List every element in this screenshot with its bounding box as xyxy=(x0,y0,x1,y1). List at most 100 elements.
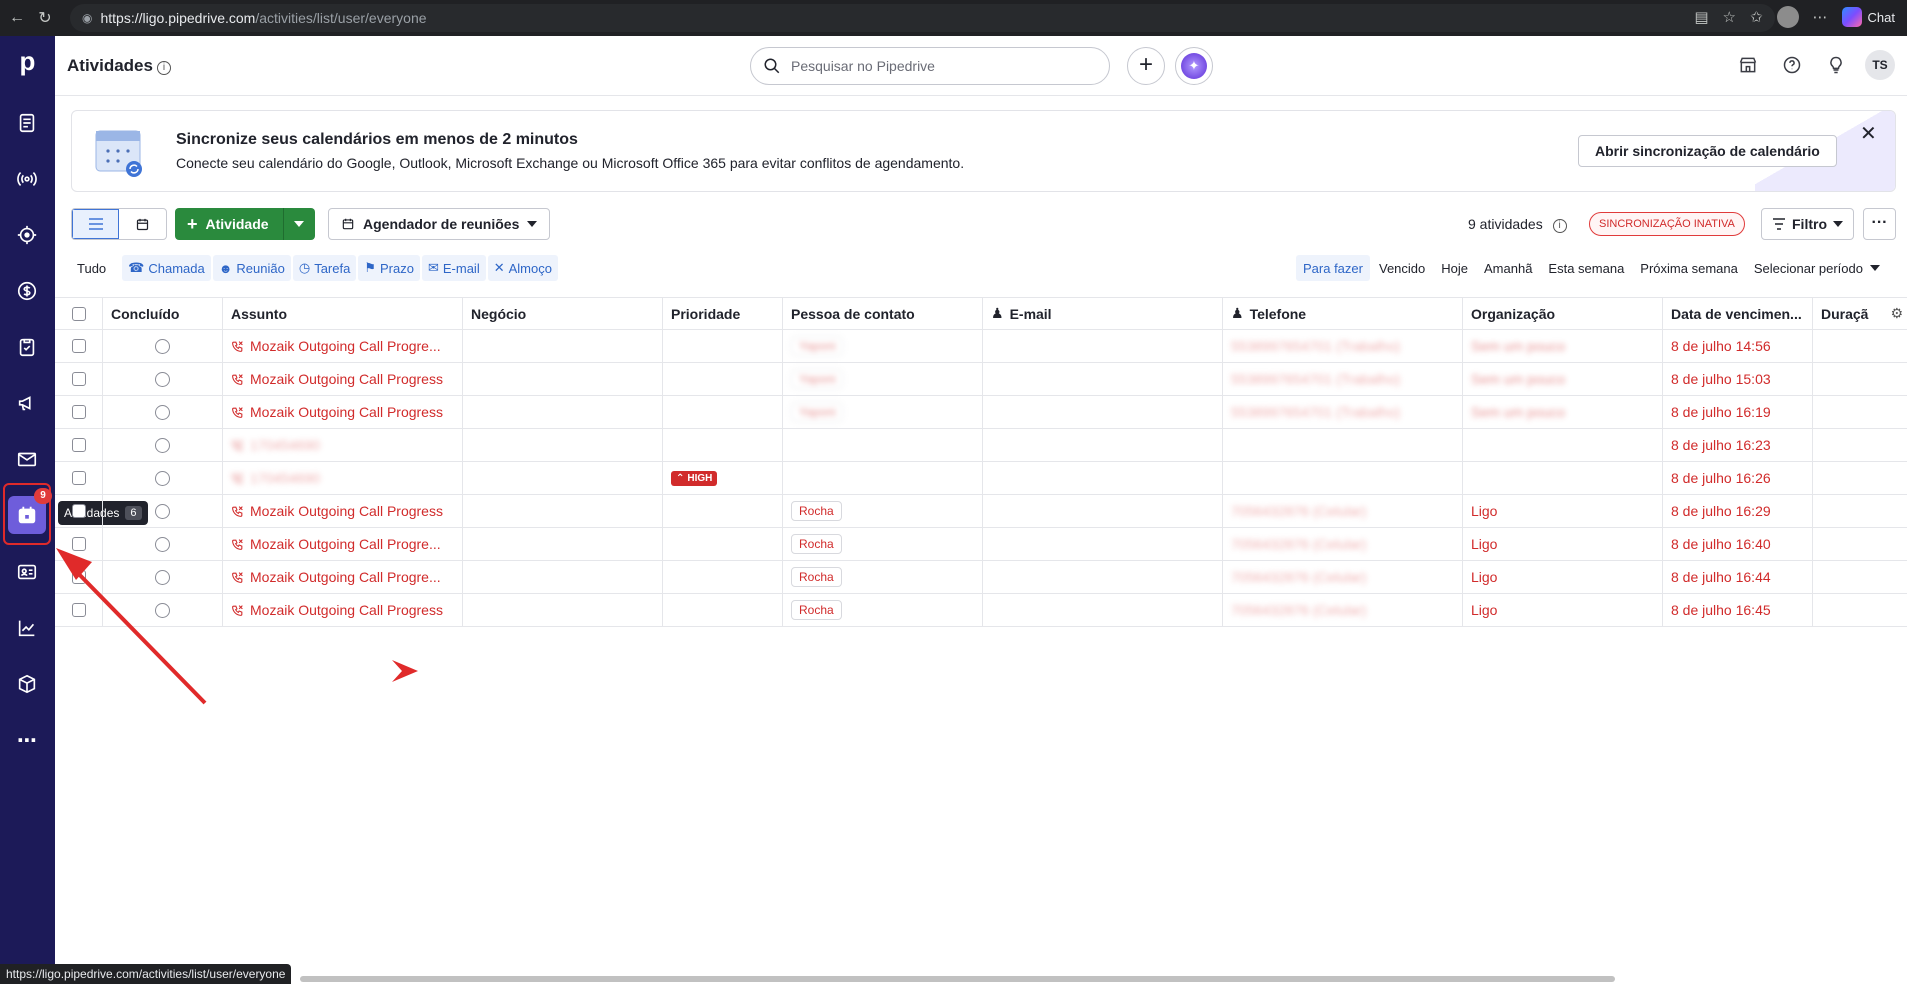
subject-cell[interactable]: Mozaik Outgoing Call Progre... xyxy=(223,561,463,593)
org-cell[interactable]: Ligo xyxy=(1463,561,1663,593)
duration-cell[interactable] xyxy=(1813,462,1907,494)
org-link[interactable]: Sem um pouco xyxy=(1471,338,1565,354)
filter-button[interactable]: Filtro xyxy=(1761,208,1854,240)
insights-chart-icon[interactable] xyxy=(8,609,46,647)
address-bar[interactable]: ◉ https://ligo.pipedrive.com/activities/… xyxy=(70,4,1775,32)
row-checkbox[interactable] xyxy=(71,504,86,518)
due-date-cell[interactable]: 8 de julho 14:56 xyxy=(1663,330,1813,362)
deal-cell[interactable] xyxy=(463,363,663,395)
mark-done-radio[interactable] xyxy=(155,569,170,585)
priority-cell[interactable] xyxy=(663,363,783,395)
row-checkbox[interactable] xyxy=(71,438,86,452)
org-cell[interactable]: Ligo xyxy=(1463,495,1663,527)
mark-done-radio[interactable] xyxy=(155,437,170,453)
period-todo[interactable]: Para fazer xyxy=(1296,255,1370,281)
column-phone[interactable]: ♟ Telefone xyxy=(1223,298,1463,329)
deal-cell[interactable] xyxy=(463,495,663,527)
mark-done-radio[interactable] xyxy=(155,338,170,354)
calendar-view-icon[interactable] xyxy=(119,209,166,239)
info-icon[interactable]: i xyxy=(156,61,171,75)
phone-link[interactable]: 7056432876 (Celular) xyxy=(1231,503,1366,519)
contact-cell[interactable] xyxy=(783,429,983,461)
row-checkbox[interactable] xyxy=(71,537,86,551)
table-row[interactable]: Mozaik Outgoing Call Progre... Yaponi 5538… xyxy=(55,330,1907,363)
subject-link[interactable]: Mozaik Outgoing Call Progress xyxy=(250,404,443,420)
due-date-cell[interactable]: 8 de julho 16:26 xyxy=(1663,462,1813,494)
email-cell[interactable] xyxy=(983,495,1223,527)
contact-cell[interactable]: Yaponi xyxy=(783,396,983,428)
contact-cell[interactable]: Rocha xyxy=(783,495,983,527)
mark-done-radio[interactable] xyxy=(155,404,170,420)
email-cell[interactable] xyxy=(983,396,1223,428)
table-row[interactable]: Mozaik Outgoing Call Progre... Rocha 70564… xyxy=(55,561,1907,594)
duration-cell[interactable] xyxy=(1813,330,1907,362)
copilot-chat-button[interactable]: Chat xyxy=(1841,7,1895,27)
contact-tag[interactable]: Rocha xyxy=(791,534,842,554)
due-date-cell[interactable]: 8 de julho 16:29 xyxy=(1663,495,1813,527)
phone-link[interactable]: 5538997654701 (Trabalho) xyxy=(1231,338,1400,354)
email-cell[interactable] xyxy=(983,528,1223,560)
type-filter-lunch[interactable]: ✕ Almoço xyxy=(487,255,558,281)
favorite-star-icon[interactable]: ☆ xyxy=(1723,8,1736,26)
deal-cell[interactable] xyxy=(463,462,663,494)
email-cell[interactable] xyxy=(983,594,1223,626)
subject-cell[interactable]: Mozaik Outgoing Call Progre... xyxy=(223,330,463,362)
site-info-icon[interactable]: ◉ xyxy=(82,11,92,25)
contact-tag[interactable]: Yaponi xyxy=(791,369,844,389)
chevron-down-icon[interactable] xyxy=(282,208,315,240)
subject-cell[interactable]: Mozaik Outgoing Call Progress xyxy=(223,396,463,428)
open-calendar-sync-button[interactable]: Abrir sincronização de calendário xyxy=(1578,135,1837,167)
mark-done-radio[interactable] xyxy=(155,602,170,618)
deal-cell[interactable] xyxy=(463,429,663,461)
subject-cell[interactable]: Mozaik Outgoing Call Progress xyxy=(223,495,463,527)
row-checkbox[interactable] xyxy=(71,603,86,617)
duration-cell[interactable] xyxy=(1813,528,1907,560)
email-cell[interactable] xyxy=(983,462,1223,494)
priority-cell[interactable] xyxy=(663,495,783,527)
subject-link[interactable]: 170454690 xyxy=(250,470,320,486)
subject-cell[interactable]: 170454690 xyxy=(223,429,463,461)
mail-icon[interactable] xyxy=(8,440,46,478)
phone-cell[interactable]: 7056432876 (Celular) xyxy=(1223,528,1463,560)
contact-cell[interactable]: Rocha xyxy=(783,561,983,593)
help-icon[interactable] xyxy=(1777,50,1807,80)
contact-tag[interactable]: Yaponi xyxy=(791,336,844,356)
due-date-cell[interactable]: 8 de julho 16:44 xyxy=(1663,561,1813,593)
subject-link[interactable]: Mozaik Outgoing Call Progress xyxy=(250,503,443,519)
period-next-week[interactable]: Próxima semana xyxy=(1633,255,1745,281)
org-cell[interactable] xyxy=(1463,462,1663,494)
phone-link[interactable]: 5538997654701 (Trabalho) xyxy=(1231,404,1400,420)
type-filter-deadline[interactable]: ⚑ Prazo xyxy=(358,255,420,281)
deal-cell[interactable] xyxy=(463,396,663,428)
deal-cell[interactable] xyxy=(463,561,663,593)
due-date-cell[interactable]: 8 de julho 16:45 xyxy=(1663,594,1813,626)
contact-tag[interactable]: Rocha xyxy=(791,567,842,587)
period-this-week[interactable]: Esta semana xyxy=(1541,255,1631,281)
quick-add-button[interactable]: + xyxy=(1127,47,1165,85)
phone-cell[interactable]: 7056432876 (Celular) xyxy=(1223,561,1463,593)
email-cell[interactable] xyxy=(983,429,1223,461)
period-tomorrow[interactable]: Amanhã xyxy=(1477,255,1539,281)
back-icon[interactable]: ← xyxy=(6,9,28,27)
duration-cell[interactable] xyxy=(1813,396,1907,428)
table-row[interactable]: Mozaik Outgoing Call Progress Rocha 705643… xyxy=(55,594,1907,627)
org-cell[interactable]: Sem um pouco xyxy=(1463,330,1663,362)
user-avatar[interactable]: TS xyxy=(1865,50,1895,80)
type-filter-all[interactable]: Tudo xyxy=(71,255,120,281)
marketplace-store-icon[interactable] xyxy=(1733,50,1763,80)
column-deal[interactable]: Negócio xyxy=(463,298,663,329)
table-row[interactable]: Mozaik Outgoing Call Progress Yaponi 55389… xyxy=(55,363,1907,396)
phone-cell[interactable]: 5538997654701 (Trabalho) xyxy=(1223,396,1463,428)
duration-cell[interactable] xyxy=(1813,561,1907,593)
phone-link[interactable]: 7056432876 (Celular) xyxy=(1231,569,1366,585)
due-date-cell[interactable]: 8 de julho 16:23 xyxy=(1663,429,1813,461)
column-organization[interactable]: Organização xyxy=(1463,298,1663,329)
org-link[interactable]: Sem um pouco xyxy=(1471,404,1565,420)
duration-cell[interactable] xyxy=(1813,429,1907,461)
row-checkbox[interactable] xyxy=(71,570,86,584)
org-link[interactable]: Ligo xyxy=(1471,602,1497,618)
phone-cell[interactable]: 7056432876 (Celular) xyxy=(1223,594,1463,626)
subject-cell[interactable]: 170454690 xyxy=(223,462,463,494)
period-overdue[interactable]: Vencido xyxy=(1372,255,1432,281)
duration-cell[interactable] xyxy=(1813,594,1907,626)
